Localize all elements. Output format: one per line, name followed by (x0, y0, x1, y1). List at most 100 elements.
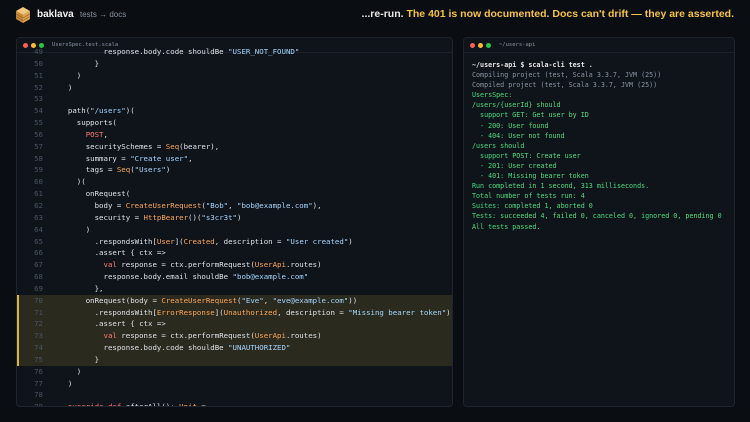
line-number: 49 (34, 47, 43, 56)
code-line[interactable]: 79 override def afterAll(): Unit = (17, 401, 452, 407)
line-number: 79 (34, 402, 43, 407)
terminal-title: ~/users-api (499, 42, 536, 48)
code-token: ), (312, 200, 322, 210)
code-token: CreateUserRequest (161, 295, 237, 305)
line-number: 58 (34, 153, 43, 163)
line-number: 54 (34, 106, 43, 116)
code-token: User (156, 236, 175, 246)
terminal-line: - 201: User created (472, 161, 557, 170)
code-token: = (196, 402, 206, 407)
code-area[interactable]: 49 response.body.code shouldBe "USER_NOT… (17, 46, 452, 407)
code-line-highlighted[interactable]: 71 .respondsWith[ErrorResponse](Unauthor… (17, 306, 452, 319)
code-line[interactable]: 62 body = CreateUserRequest("Bob", "bob@… (17, 200, 452, 212)
line-number: 67 (34, 260, 43, 270)
code-token: securitySchemes = (59, 141, 166, 151)
terminal-line: All tests passed. (472, 222, 541, 231)
terminal-line: - 200: User found (472, 121, 549, 130)
line-number: 51 (34, 70, 43, 80)
code-line[interactable]: 58 summary = "Create user", (17, 153, 452, 165)
line-number: 61 (34, 189, 43, 199)
code-token: } (59, 354, 100, 364)
code-token: }, (59, 283, 104, 293)
code-token: response.body.email shouldBe (59, 272, 233, 282)
code-line[interactable]: 67 val response = ctx.performRequest(Use… (17, 259, 452, 271)
code-token: POST (85, 129, 104, 139)
code-line[interactable]: 68 response.body.email shouldBe "bob@exa… (17, 271, 452, 283)
code-token: ) (446, 307, 451, 317)
code-line[interactable]: 60 )( (17, 176, 452, 188)
code-line[interactable]: 50 } (17, 58, 452, 70)
code-line[interactable]: 52 ) (17, 82, 452, 94)
code-token: ) (59, 366, 82, 376)
code-line[interactable]: 64 ) (17, 224, 452, 236)
code-token: "UNAUTHORIZED" (228, 343, 291, 353)
line-number: 64 (34, 224, 43, 234)
code-token: ) (59, 224, 91, 234)
code-line[interactable]: 53 (17, 93, 452, 105)
line-number: 55 (34, 118, 43, 128)
terminal-line: support POST: Create user (472, 151, 581, 160)
code-line[interactable]: 57 securitySchemes = Seq(bearer), (17, 141, 452, 153)
code-token: )) (348, 295, 358, 305)
code-token: , description = (277, 307, 349, 317)
code-line-highlighted[interactable]: 72 .assert { ctx => (17, 318, 452, 331)
line-number: 66 (34, 248, 43, 258)
code-line[interactable]: 78 (17, 389, 452, 401)
maximize-dot-icon[interactable] (486, 42, 491, 48)
code-token: ) (59, 70, 82, 80)
code-line[interactable]: 54 path("/users")( (17, 105, 452, 117)
line-number: 59 (34, 165, 43, 175)
code-token: , (188, 153, 193, 163)
code-line[interactable]: 56 POST, (17, 129, 452, 141)
code-token: ]( (174, 236, 184, 246)
code-token: val (103, 331, 117, 341)
code-token: ]( (214, 307, 224, 317)
terminal-titlebar: ~/users-api (464, 38, 734, 53)
code-token: .routes) (285, 260, 322, 270)
code-line-highlighted[interactable]: 75 } (17, 353, 452, 366)
code-line[interactable]: 51 ) (17, 70, 452, 82)
code-token: Unauthorized (223, 307, 278, 317)
terminal-line: /users should (472, 141, 525, 150)
code-token: "bob@example.com" (232, 272, 309, 282)
code-line[interactable]: 77 ) (17, 378, 452, 390)
minimize-dot-icon[interactable] (478, 42, 483, 48)
line-number: 53 (34, 94, 43, 104)
code-token: (bearer), (179, 141, 220, 151)
line-number: 74 (34, 343, 43, 353)
code-token: "User created" (285, 236, 349, 246)
code-line[interactable]: 66 .assert { ctx => (17, 247, 452, 259)
code-token: supports( (59, 118, 117, 128)
code-line[interactable]: 65 .respondsWith[User](Created, descript… (17, 236, 452, 248)
code-token: , (263, 295, 273, 305)
baklava-logo-icon (16, 7, 30, 23)
code-line[interactable]: 69 }, (17, 283, 452, 295)
code-token: .routes) (285, 331, 322, 341)
code-line[interactable]: 55 supports( (17, 117, 452, 129)
code-line[interactable]: 49 response.body.code shouldBe "USER_NOT… (17, 46, 452, 58)
terminal-line: support GET: Get user by ID (472, 111, 589, 120)
code-token: ()( (188, 212, 202, 222)
code-line-highlighted[interactable]: 73 val response = ctx.performRequest(Use… (17, 330, 452, 343)
code-token: path( (59, 106, 91, 116)
line-number: 60 (34, 177, 43, 187)
code-token: } (59, 58, 100, 68)
code-line[interactable]: 61 onRequest( (17, 188, 452, 200)
line-number: 69 (34, 283, 43, 293)
code-line-highlighted[interactable]: 70 onRequest(body = CreateUserRequest("E… (17, 294, 452, 307)
code-token: val (103, 260, 117, 270)
code-token: "Create user" (130, 153, 189, 163)
code-token: , (103, 129, 108, 139)
code-line[interactable]: 59 tags = Seq("Users") (17, 164, 452, 176)
code-line[interactable]: 63 security = HttpBearer()("s3cr3t") (17, 212, 452, 224)
code-token: )( (59, 177, 86, 187)
top-bar: baklava tests → docs ...re-run. The 401 … (0, 0, 750, 30)
terminal-line: Tests: succeeded 4, failed 0, canceled 0… (472, 212, 722, 221)
line-number: 57 (34, 141, 43, 151)
code-line-highlighted[interactable]: 74 response.body.code shouldBe "UNAUTHOR… (17, 342, 452, 354)
headline-segment: The 401 is now documented. (406, 8, 550, 20)
close-dot-icon[interactable] (470, 42, 475, 48)
code-line[interactable]: 76 ) (17, 366, 452, 378)
terminal-output[interactable]: ~/users-api $ scala-cli test . Compiling … (472, 60, 722, 232)
line-number: 75 (34, 354, 43, 364)
